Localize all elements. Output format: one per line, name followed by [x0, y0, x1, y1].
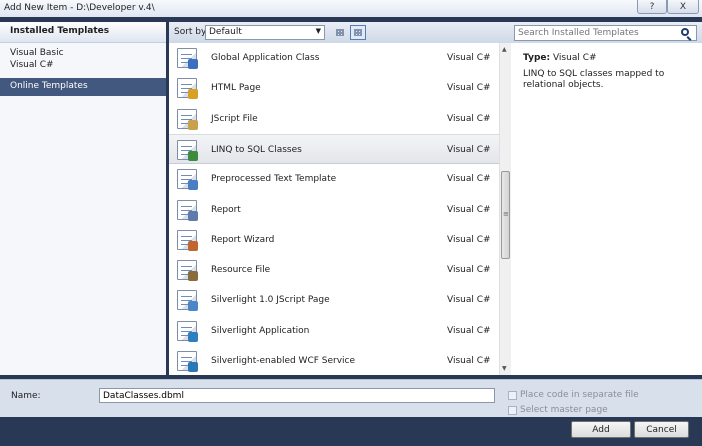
search-area — [511, 22, 702, 43]
installed-templates-header[interactable]: Installed Templates — [0, 22, 166, 43]
template-language: Visual C# — [447, 53, 491, 63]
template-row[interactable]: Silverlight-enabled WCF Service Visual C# — [169, 346, 499, 375]
template-row[interactable]: JScript File Visual C# — [169, 104, 499, 134]
search-icon[interactable] — [681, 28, 689, 36]
template-name: Global Application Class — [211, 53, 320, 63]
scroll-up-arrow-icon[interactable]: ▲ — [502, 46, 507, 53]
scroll-thumb[interactable]: ≡ — [501, 171, 510, 259]
tree-item-visual-basic[interactable]: Visual Basic — [10, 48, 64, 58]
small-icons-icon — [336, 29, 344, 36]
sort-toolbar: Sort by: Default ▼ — [169, 22, 511, 43]
type-label: Type: — [523, 53, 551, 63]
dialog-footer: Add Cancel — [0, 417, 702, 446]
template-language: Visual C# — [447, 356, 491, 366]
jscript-file-icon — [177, 108, 198, 130]
template-name: Report Wizard — [211, 234, 275, 245]
template-name: Preprocessed Text Template — [211, 174, 337, 185]
template-name: Report — [211, 204, 241, 215]
global-app-icon — [177, 48, 198, 69]
add-button[interactable]: Add — [571, 421, 631, 438]
report-wizard-icon — [177, 229, 198, 251]
html-page-icon — [177, 78, 198, 100]
help-button[interactable]: ? — [637, 0, 667, 14]
place-code-separate-label: Place code in separate file — [520, 390, 639, 400]
template-language: Visual C# — [447, 144, 491, 155]
template-name: JScript File — [211, 113, 258, 124]
linq-sql-icon — [177, 139, 198, 161]
template-row[interactable]: HTML Page Visual C# — [169, 73, 499, 103]
online-templates-item[interactable]: Online Templates — [0, 78, 166, 96]
template-name: Silverlight-enabled WCF Service — [211, 356, 356, 366]
close-button[interactable]: X — [667, 0, 699, 14]
title-bar: Add New Item - D:\Developer v.4\ ? X — [0, 0, 702, 17]
template-row[interactable]: Silverlight 1.0 JScript Page Visual C# — [169, 285, 499, 315]
template-row[interactable]: Report Visual C# — [169, 195, 499, 225]
medium-icons-icon — [354, 29, 362, 36]
bottom-panel: Name: Place code in separate file Select… — [0, 379, 702, 417]
details-pane: Type: Visual C# LINQ to SQL classes mapp… — [511, 43, 702, 375]
scroll-down-arrow-icon[interactable]: ▼ — [502, 365, 507, 372]
template-name: Silverlight 1.0 JScript Page — [211, 295, 330, 306]
template-categories-pane: Installed Templates Visual Basic Visual … — [0, 22, 166, 375]
sort-by-dropdown[interactable]: Default ▼ — [205, 25, 325, 40]
template-language: Visual C# — [447, 325, 491, 336]
tree-item-visual-csharp[interactable]: Visual C# — [10, 60, 54, 70]
template-row[interactable]: Report Wizard Visual C# — [169, 225, 499, 255]
template-language: Visual C# — [447, 174, 491, 185]
window-title: Add New Item - D:\Developer v.4\ — [4, 3, 155, 13]
select-master-page-checkbox[interactable] — [508, 406, 517, 415]
small-icons-view-button[interactable] — [332, 25, 348, 40]
template-list: Global Application Class Visual C# HTML Pa… — [169, 43, 499, 375]
resource-file-icon — [177, 260, 198, 282]
silverlight-app-icon — [177, 320, 198, 342]
template-language: Visual C# — [447, 204, 491, 215]
template-language: Visual C# — [447, 265, 491, 276]
template-row[interactable]: Global Application Class Visual C# — [169, 43, 499, 73]
chevron-down-icon: ▼ — [315, 27, 321, 35]
scroll-grip-icon: ≡ — [503, 210, 509, 218]
place-code-separate-checkbox[interactable] — [508, 391, 517, 400]
template-row[interactable]: Silverlight Application Visual C# — [169, 316, 499, 346]
template-description: LINQ to SQL classes mapped to relational… — [523, 69, 665, 90]
template-list-scrollbar[interactable]: ▲ ≡ ▼ — [499, 43, 511, 375]
template-row[interactable]: Resource File Visual C# — [169, 255, 499, 285]
text-template-icon — [177, 169, 198, 191]
select-master-page-label: Select master page — [520, 405, 608, 415]
template-name: HTML Page — [211, 83, 261, 94]
medium-icons-view-button[interactable] — [350, 25, 366, 40]
search-input[interactable] — [514, 25, 697, 41]
report-icon — [177, 199, 198, 221]
template-row[interactable]: LINQ to SQL Classes Visual C# — [169, 133, 499, 164]
silverlight-jscript-icon — [177, 290, 198, 312]
template-name: Silverlight Application — [211, 325, 310, 336]
type-line: Type: Visual C# — [523, 53, 597, 63]
type-value: Visual C# — [552, 53, 597, 63]
name-label: Name: — [11, 391, 41, 401]
template-name: LINQ to SQL Classes — [211, 144, 302, 155]
cancel-button[interactable]: Cancel — [634, 421, 689, 438]
template-row[interactable]: Preprocessed Text Template Visual C# — [169, 164, 499, 194]
silverlight-wcf-icon — [177, 351, 198, 372]
sort-by-value: Default — [209, 27, 242, 37]
template-language: Visual C# — [447, 83, 491, 94]
name-input[interactable] — [99, 388, 495, 403]
template-language: Visual C# — [447, 234, 491, 245]
template-language: Visual C# — [447, 113, 491, 124]
sort-by-label: Sort by: — [174, 27, 209, 37]
template-language: Visual C# — [447, 295, 491, 306]
template-name: Resource File — [211, 265, 271, 276]
